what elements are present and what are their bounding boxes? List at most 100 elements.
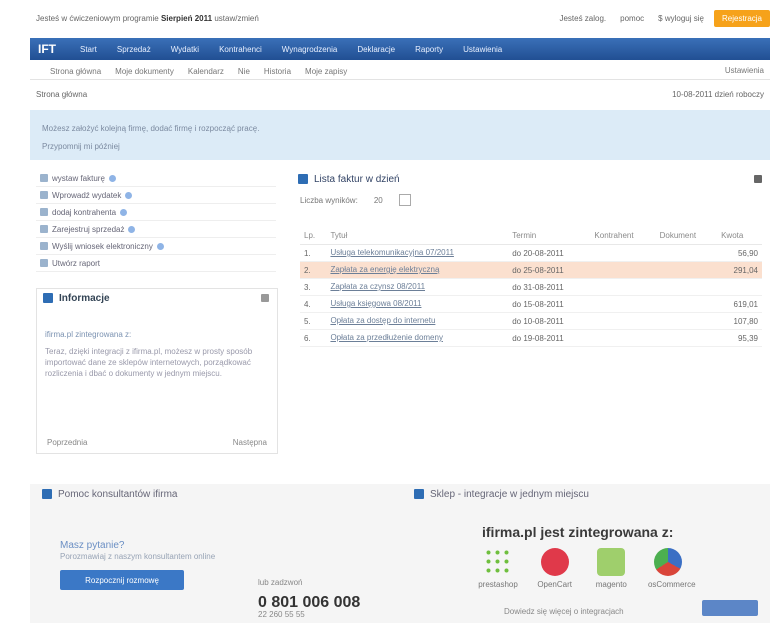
top-item-2[interactable]: $ wyloguj się xyxy=(654,12,708,25)
col-contractor[interactable]: Kontrahent xyxy=(590,226,656,245)
subnav-item-2[interactable]: Kalendarz xyxy=(188,67,224,76)
brand-logo[interactable]: IFT xyxy=(38,42,56,56)
prev-button[interactable]: Poprzednia xyxy=(47,438,87,447)
shop-title: Sklep - integracje w jednym miejscu xyxy=(430,488,589,500)
sidebar-item-1[interactable]: Wprowadź wydatek xyxy=(36,187,276,204)
cell-doc xyxy=(655,295,718,313)
nav-item-6[interactable]: Raporty xyxy=(415,45,443,54)
subnav-item-5[interactable]: Moje zapisy xyxy=(305,67,347,76)
program-change-link[interactable]: ustaw/zmień xyxy=(214,14,258,23)
cell-lp: 2. xyxy=(300,261,327,279)
table-row[interactable]: 2. Zapłata za energię elektryczną do 25-08… xyxy=(300,261,762,279)
subnav-item-1[interactable]: Moje dokumenty xyxy=(115,67,174,76)
cell-term: do 25-08-2011 xyxy=(508,261,591,279)
sidebar-item-label: Zarejestruj sprzedaż xyxy=(52,224,125,234)
register-button[interactable]: Rejestracja xyxy=(713,10,770,27)
cell-contractor xyxy=(590,261,656,279)
main-navbar: IFT Start Sprzedaż Wydatki Kontrahenci W… xyxy=(30,38,770,60)
subnav-item-4[interactable]: Historia xyxy=(264,67,291,76)
cell-title[interactable]: Opłata za przedłużenie domeny xyxy=(326,329,509,347)
cell-term: do 31-08-2011 xyxy=(508,278,591,296)
help-panel: Pomoc konsultantów ifirma Masz pytanie? … xyxy=(36,484,396,623)
sidebar-item-label: wystaw fakturę xyxy=(52,173,105,183)
table-row[interactable]: 1. Usługa telekomunikacyjna 07/2011 do 20-… xyxy=(300,244,762,262)
cell-term: do 20-08-2011 xyxy=(508,244,591,262)
sidebar: wystaw fakturę Wprowadź wydatek dodaj ko… xyxy=(36,170,278,470)
top-item-1[interactable]: pomoc xyxy=(616,12,648,25)
nav-item-5[interactable]: Deklaracje xyxy=(357,45,395,54)
more-button[interactable] xyxy=(702,600,758,616)
cell-doc xyxy=(655,312,718,330)
subnav-items: Strona główna Moje dokumenty Kalendarz N… xyxy=(50,67,347,76)
collapse-icon[interactable] xyxy=(754,175,762,183)
cell-lp: 4. xyxy=(300,295,327,313)
sidebar-item-4[interactable]: Wyślij wniosek elektroniczny xyxy=(36,238,276,255)
invoice-icon xyxy=(40,174,48,182)
filter-value[interactable]: 20 xyxy=(374,196,383,205)
nav-item-7[interactable]: Ustawienia xyxy=(463,45,502,54)
info-footer: Poprzednia Następna xyxy=(47,438,267,447)
main-list-panel: Lista faktur w dzień Liczba wyników: 20 … xyxy=(292,170,770,470)
main-header: Lista faktur w dzień xyxy=(292,170,770,188)
program-month[interactable]: Sierpień 2011 xyxy=(161,14,212,23)
app-frame: Jesteś w ćwiczeniowym programie Sierpień… xyxy=(30,0,770,623)
navbar-items: Start Sprzedaż Wydatki Kontrahenci Wynag… xyxy=(80,45,502,54)
top-item-0[interactable]: Jesteś zalog. xyxy=(555,12,610,25)
cell-amount: 56,90 xyxy=(717,244,762,262)
user-icon xyxy=(40,208,48,216)
col-title[interactable]: Tytuł xyxy=(326,226,509,245)
cell-title[interactable]: Usługa telekomunikacyjna 07/2011 xyxy=(326,244,509,262)
sidebar-item-2[interactable]: dodaj kontrahenta xyxy=(36,204,276,221)
nav-item-4[interactable]: Wynagrodzenia xyxy=(282,45,338,54)
help-title: Pomoc konsultantów ifirma xyxy=(58,488,178,500)
cell-amount xyxy=(717,278,762,296)
prestashop-icon xyxy=(484,548,512,576)
opencart-logo[interactable]: OpenCart xyxy=(535,548,575,589)
table-row[interactable]: 5. Opłata za dostęp do internetu do 10-08-… xyxy=(300,312,762,330)
cell-doc xyxy=(655,278,718,296)
integrations-link[interactable]: Dowiedz się więcej o integracjach xyxy=(504,607,624,616)
filter-label: Liczba wyników: xyxy=(300,195,358,205)
table-row[interactable]: 3. Zapłata za czynsz 08/2011 do 31-08-2011 xyxy=(300,278,762,296)
info-subtitle: ifirma.pl zintegrowana z: xyxy=(45,330,132,339)
info-body: ifirma.pl zintegrowana z: Teraz, dzięki … xyxy=(45,329,265,379)
dropdown-icon[interactable] xyxy=(398,194,411,206)
col-lp[interactable]: Lp. xyxy=(300,226,327,245)
nav-item-2[interactable]: Wydatki xyxy=(171,45,199,54)
cell-title[interactable]: Zapłata za energię elektryczną xyxy=(326,261,509,279)
settings-link[interactable]: Ustawienia xyxy=(725,66,764,75)
table-row[interactable]: 6. Opłata za przedłużenie domeny do 19-08-… xyxy=(300,329,762,347)
prestashop-logo[interactable]: prestashop xyxy=(478,548,518,589)
remind-later-link[interactable]: Przypomnij mi później xyxy=(42,142,120,151)
col-doc[interactable]: Dokument xyxy=(655,226,718,245)
cell-term: do 19-08-2011 xyxy=(508,329,591,347)
col-term[interactable]: Termin xyxy=(508,226,591,245)
send-icon xyxy=(40,242,48,250)
bottom-panels: Pomoc konsultantów ifirma Masz pytanie? … xyxy=(30,484,770,623)
filter-row: Liczba wyników: 20 xyxy=(300,194,411,206)
start-chat-button[interactable]: Rozpocznij rozmowę xyxy=(60,570,184,590)
info-text: Teraz, dzięki integracji z ifirma.pl, mo… xyxy=(45,347,253,378)
nav-item-3[interactable]: Kontrahenci xyxy=(219,45,262,54)
sidebar-item-0[interactable]: wystaw fakturę xyxy=(36,170,276,187)
subnav-item-0[interactable]: Strona główna xyxy=(50,67,101,76)
breadcrumb[interactable]: Strona główna xyxy=(36,90,87,99)
cell-title[interactable]: Usługa księgowa 08/2011 xyxy=(326,295,509,313)
oscommerce-logo[interactable]: osCommerce xyxy=(648,548,696,589)
col-amount[interactable]: Kwota xyxy=(717,226,762,245)
help-dot-icon xyxy=(156,242,164,250)
table-row[interactable]: 4. Usługa księgowa 08/2011 do 15-08-2011 61… xyxy=(300,295,762,313)
close-icon[interactable] xyxy=(261,294,269,302)
next-button[interactable]: Następna xyxy=(233,438,267,447)
sidebar-item-3[interactable]: Zarejestruj sprzedaż xyxy=(36,221,276,238)
nav-item-1[interactable]: Sprzedaż xyxy=(117,45,151,54)
subnav-item-3[interactable]: Nie xyxy=(238,67,250,76)
magento-logo[interactable]: magento xyxy=(591,548,631,589)
help-dot-icon xyxy=(120,208,128,216)
cell-title[interactable]: Opłata za dostęp do internetu xyxy=(326,312,509,330)
info-panel: Informacje ifirma.pl zintegrowana z: Ter… xyxy=(36,288,278,454)
nav-item-0[interactable]: Start xyxy=(80,45,97,54)
cell-amount: 95,39 xyxy=(717,329,762,347)
sidebar-item-5[interactable]: Utwórz raport xyxy=(36,255,276,272)
cell-title[interactable]: Zapłata za czynsz 08/2011 xyxy=(326,278,509,296)
